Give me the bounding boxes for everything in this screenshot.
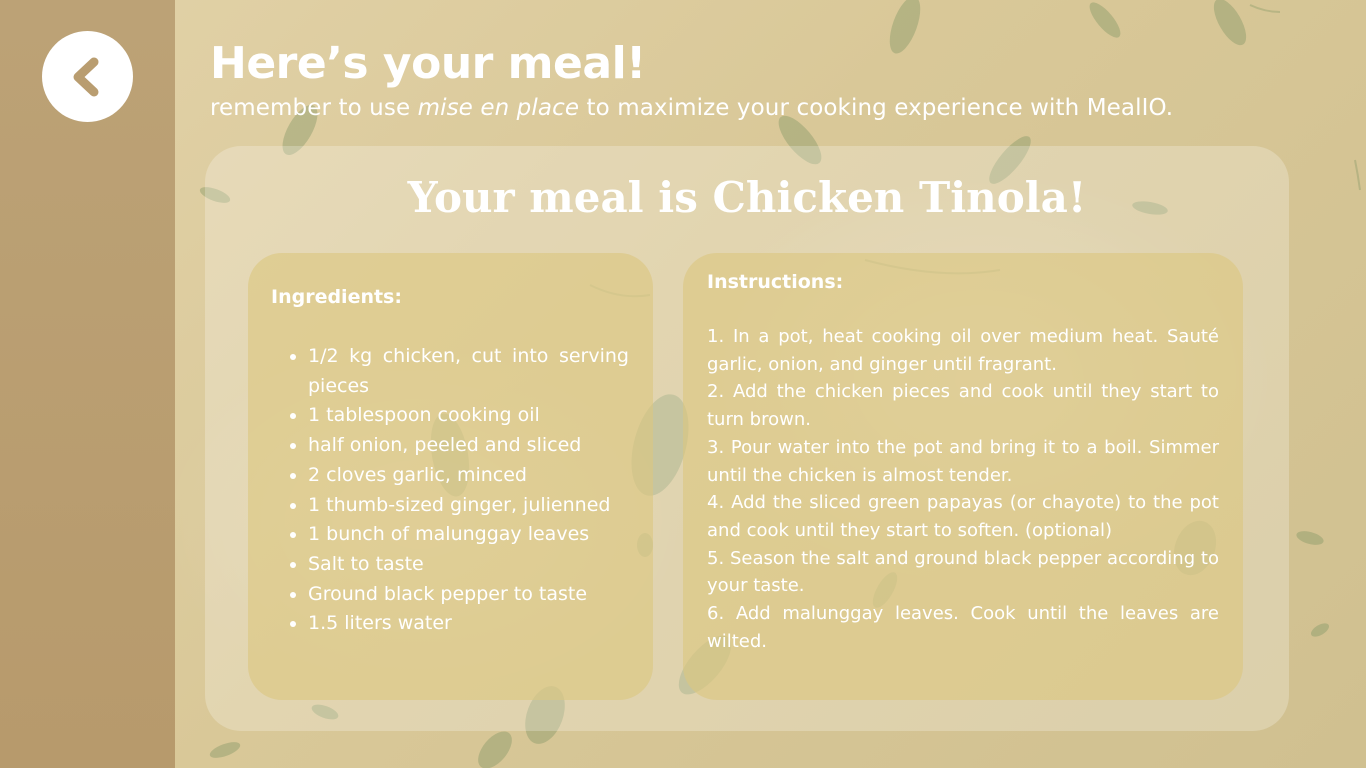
ingredient-item: 1 tablespoon cooking oil — [308, 401, 629, 431]
ingredient-item: 1/2 kg chicken, cut into serving pieces — [308, 342, 629, 401]
instructions-list: 1. In a pot, heat cooking oil over mediu… — [707, 323, 1219, 655]
ingredient-item: 1 bunch of malunggay leaves — [308, 520, 629, 550]
instruction-step: 6. Add malunggay leaves. Cook until the … — [707, 603, 1219, 652]
ingredient-item: 2 cloves garlic, minced — [308, 461, 629, 491]
back-button[interactable] — [42, 31, 133, 122]
leaf-decoration — [478, 731, 512, 768]
meal-title: Your meal is Chicken Tinola! — [407, 173, 1087, 222]
instruction-step: 4. Add the sliced green papayas (or chay… — [707, 492, 1219, 541]
ingredients-list: 1/2 kg chicken, cut into serving pieces … — [280, 342, 629, 639]
subtitle-text: remember to use — [210, 95, 418, 121]
leaf-stem-decoration — [1354, 159, 1361, 191]
ingredients-panel: Ingredients: 1/2 kg chicken, cut into se… — [248, 253, 653, 700]
page-subtitle: remember to use mise en place to maximiz… — [210, 92, 1173, 124]
ingredients-heading: Ingredients: — [271, 286, 402, 308]
leaf-decoration — [1296, 531, 1324, 545]
page-title: Here’s your meal! — [210, 38, 646, 89]
ingredient-item: half onion, peeled and sliced — [308, 431, 629, 461]
ingredient-item: 1 thumb-sized ginger, julienned — [308, 491, 629, 521]
ingredient-item: 1.5 liters water — [308, 609, 629, 639]
leaf-decoration — [889, 0, 921, 54]
leaf-decoration — [1310, 623, 1330, 637]
chevron-left-icon — [66, 55, 110, 99]
instructions-panel: Instructions: 1. In a pot, heat cooking … — [683, 253, 1243, 700]
leaf-decoration — [1089, 2, 1121, 38]
subtitle-emphasis: mise en place — [417, 95, 580, 121]
ingredient-item: Ground black pepper to taste — [308, 580, 629, 610]
leaf-decoration — [209, 742, 241, 758]
instruction-step: 2. Add the chicken pieces and cook until… — [707, 381, 1219, 431]
instruction-step: 5. Season the salt and ground black pepp… — [707, 547, 1219, 597]
instruction-step: 1. In a pot, heat cooking oil over mediu… — [707, 326, 1219, 375]
leaf-decoration — [1213, 0, 1247, 46]
ingredient-item: Salt to taste — [308, 550, 629, 580]
leaf-stem-decoration — [1249, 4, 1281, 13]
subtitle-text-end: to maximize your cooking experience with… — [579, 95, 1174, 121]
instruction-step: 3. Pour water into the pot and bring it … — [707, 436, 1219, 486]
instructions-heading: Instructions: — [707, 271, 844, 293]
